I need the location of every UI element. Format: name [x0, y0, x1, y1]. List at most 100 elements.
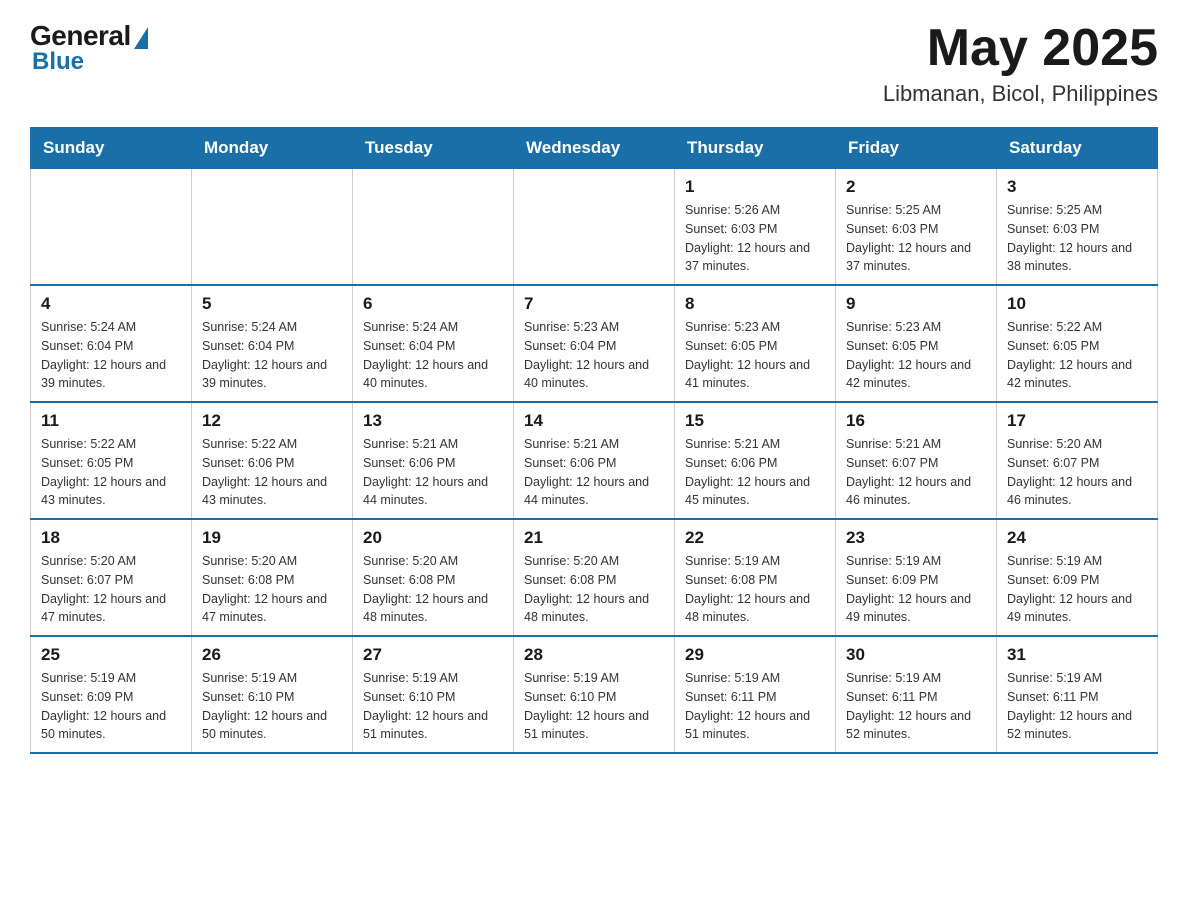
day-info: Sunrise: 5:19 AMSunset: 6:11 PMDaylight:…: [685, 669, 825, 744]
header-tuesday: Tuesday: [353, 128, 514, 169]
day-info: Sunrise: 5:22 AMSunset: 6:06 PMDaylight:…: [202, 435, 342, 510]
day-number: 4: [41, 294, 181, 314]
day-info: Sunrise: 5:24 AMSunset: 6:04 PMDaylight:…: [363, 318, 503, 393]
day-cell-19: 19 Sunrise: 5:20 AMSunset: 6:08 PMDayligh…: [192, 519, 353, 636]
day-number: 11: [41, 411, 181, 431]
header-thursday: Thursday: [675, 128, 836, 169]
day-info: Sunrise: 5:20 AMSunset: 6:07 PMDaylight:…: [1007, 435, 1147, 510]
day-number: 15: [685, 411, 825, 431]
day-cell-21: 21Sunrise: 5:20 AMSunset: 6:08 PMDayligh…: [514, 519, 675, 636]
day-info: Sunrise: 5:25 AMSunset: 6:03 PMDaylight:…: [846, 201, 986, 276]
header-sunday: Sunday: [31, 128, 192, 169]
title-block: May 2025 Libmanan, Bicol, Philippines: [883, 20, 1158, 107]
day-info: Sunrise: 5:21 AMSunset: 6:07 PMDaylight:…: [846, 435, 986, 510]
day-info: Sunrise: 5:20 AMSunset: 6:08 PMDaylight:…: [363, 552, 503, 627]
day-number: 5: [202, 294, 342, 314]
day-info: Sunrise: 5:19 AMSunset: 6:10 PMDaylight:…: [202, 669, 342, 744]
day-cell-3: 3 Sunrise: 5:25 AMSunset: 6:03 PMDaylight…: [997, 169, 1158, 286]
day-cell-30: 30 Sunrise: 5:19 AMSunset: 6:11 PMDayligh…: [836, 636, 997, 753]
day-number: 20: [363, 528, 503, 548]
day-cell-22: 22Sunrise: 5:19 AMSunset: 6:08 PMDayligh…: [675, 519, 836, 636]
day-info: Sunrise: 5:21 AMSunset: 6:06 PMDaylight:…: [685, 435, 825, 510]
day-info: Sunrise: 5:19 AMSunset: 6:09 PMDaylight:…: [1007, 552, 1147, 627]
day-cell-28: 28 Sunrise: 5:19 AMSunset: 6:10 PMDayligh…: [514, 636, 675, 753]
day-cell-6: 6 Sunrise: 5:24 AMSunset: 6:04 PMDaylight…: [353, 285, 514, 402]
day-number: 10: [1007, 294, 1147, 314]
day-info: Sunrise: 5:23 AMSunset: 6:05 PMDaylight:…: [685, 318, 825, 393]
location-text: Libmanan, Bicol, Philippines: [883, 81, 1158, 107]
day-number: 24: [1007, 528, 1147, 548]
day-cell-1: 1 Sunrise: 5:26 AMSunset: 6:03 PMDaylight…: [675, 169, 836, 286]
day-cell-26: 26 Sunrise: 5:19 AMSunset: 6:10 PMDayligh…: [192, 636, 353, 753]
day-cell-12: 12Sunrise: 5:22 AMSunset: 6:06 PMDayligh…: [192, 402, 353, 519]
day-info: Sunrise: 5:19 AMSunset: 6:09 PMDaylight:…: [846, 552, 986, 627]
day-number: 26: [202, 645, 342, 665]
day-number: 29: [685, 645, 825, 665]
day-info: Sunrise: 5:19 AMSunset: 6:10 PMDaylight:…: [363, 669, 503, 744]
day-cell-11: 11 Sunrise: 5:22 AMSunset: 6:05 PMDayligh…: [31, 402, 192, 519]
day-number: 25: [41, 645, 181, 665]
header-monday: Monday: [192, 128, 353, 169]
week-row-1: 1 Sunrise: 5:26 AMSunset: 6:03 PMDaylight…: [31, 169, 1158, 286]
day-number: 17: [1007, 411, 1147, 431]
week-row-2: 4 Sunrise: 5:24 AMSunset: 6:04 PMDaylight…: [31, 285, 1158, 402]
day-cell-2: 2 Sunrise: 5:25 AMSunset: 6:03 PMDaylight…: [836, 169, 997, 286]
week-row-4: 18Sunrise: 5:20 AMSunset: 6:07 PMDayligh…: [31, 519, 1158, 636]
day-cell-7: 7Sunrise: 5:23 AMSunset: 6:04 PMDaylight…: [514, 285, 675, 402]
day-cell-25: 25 Sunrise: 5:19 AMSunset: 6:09 PMDayligh…: [31, 636, 192, 753]
day-number: 2: [846, 177, 986, 197]
day-number: 6: [363, 294, 503, 314]
page-header: General Blue May 2025 Libmanan, Bicol, P…: [30, 20, 1158, 107]
day-number: 28: [524, 645, 664, 665]
day-number: 27: [363, 645, 503, 665]
day-number: 18: [41, 528, 181, 548]
day-info: Sunrise: 5:21 AMSunset: 6:06 PMDaylight:…: [363, 435, 503, 510]
day-number: 19: [202, 528, 342, 548]
day-cell-4: 4Sunrise: 5:24 AMSunset: 6:04 PMDaylight…: [31, 285, 192, 402]
day-cell-5: 5Sunrise: 5:24 AMSunset: 6:04 PMDaylight…: [192, 285, 353, 402]
day-number: 7: [524, 294, 664, 314]
day-cell-20: 20 Sunrise: 5:20 AMSunset: 6:08 PMDayligh…: [353, 519, 514, 636]
week-row-3: 11 Sunrise: 5:22 AMSunset: 6:05 PMDayligh…: [31, 402, 1158, 519]
day-info: Sunrise: 5:26 AMSunset: 6:03 PMDaylight:…: [685, 201, 825, 276]
day-info: Sunrise: 5:19 AMSunset: 6:11 PMDaylight:…: [846, 669, 986, 744]
calendar-table: SundayMondayTuesdayWednesdayThursdayFrid…: [30, 127, 1158, 754]
day-info: Sunrise: 5:19 AMSunset: 6:10 PMDaylight:…: [524, 669, 664, 744]
logo-blue-text: Blue: [32, 48, 84, 76]
day-number: 14: [524, 411, 664, 431]
day-info: Sunrise: 5:19 AMSunset: 6:09 PMDaylight:…: [41, 669, 181, 744]
empty-cell: [514, 169, 675, 286]
day-cell-8: 8 Sunrise: 5:23 AMSunset: 6:05 PMDaylight…: [675, 285, 836, 402]
day-number: 3: [1007, 177, 1147, 197]
day-info: Sunrise: 5:25 AMSunset: 6:03 PMDaylight:…: [1007, 201, 1147, 276]
day-number: 23: [846, 528, 986, 548]
day-cell-29: 29 Sunrise: 5:19 AMSunset: 6:11 PMDayligh…: [675, 636, 836, 753]
logo-triangle-icon: [134, 27, 148, 49]
day-info: Sunrise: 5:19 AMSunset: 6:11 PMDaylight:…: [1007, 669, 1147, 744]
day-cell-13: 13Sunrise: 5:21 AMSunset: 6:06 PMDayligh…: [353, 402, 514, 519]
day-number: 16: [846, 411, 986, 431]
day-cell-9: 9Sunrise: 5:23 AMSunset: 6:05 PMDaylight…: [836, 285, 997, 402]
day-cell-23: 23 Sunrise: 5:19 AMSunset: 6:09 PMDayligh…: [836, 519, 997, 636]
day-cell-18: 18Sunrise: 5:20 AMSunset: 6:07 PMDayligh…: [31, 519, 192, 636]
logo: General Blue: [30, 20, 148, 76]
day-number: 30: [846, 645, 986, 665]
day-info: Sunrise: 5:21 AMSunset: 6:06 PMDaylight:…: [524, 435, 664, 510]
day-cell-14: 14 Sunrise: 5:21 AMSunset: 6:06 PMDayligh…: [514, 402, 675, 519]
day-cell-16: 16 Sunrise: 5:21 AMSunset: 6:07 PMDayligh…: [836, 402, 997, 519]
day-cell-31: 31 Sunrise: 5:19 AMSunset: 6:11 PMDayligh…: [997, 636, 1158, 753]
day-cell-27: 27 Sunrise: 5:19 AMSunset: 6:10 PMDayligh…: [353, 636, 514, 753]
month-title: May 2025: [883, 20, 1158, 77]
day-number: 8: [685, 294, 825, 314]
week-row-5: 25 Sunrise: 5:19 AMSunset: 6:09 PMDayligh…: [31, 636, 1158, 753]
day-info: Sunrise: 5:20 AMSunset: 6:08 PMDaylight:…: [202, 552, 342, 627]
day-info: Sunrise: 5:22 AMSunset: 6:05 PMDaylight:…: [41, 435, 181, 510]
empty-cell: [31, 169, 192, 286]
empty-cell: [353, 169, 514, 286]
day-cell-17: 17 Sunrise: 5:20 AMSunset: 6:07 PMDayligh…: [997, 402, 1158, 519]
day-number: 1: [685, 177, 825, 197]
day-number: 21: [524, 528, 664, 548]
day-info: Sunrise: 5:19 AMSunset: 6:08 PMDaylight:…: [685, 552, 825, 627]
day-number: 31: [1007, 645, 1147, 665]
day-info: Sunrise: 5:23 AMSunset: 6:05 PMDaylight:…: [846, 318, 986, 393]
